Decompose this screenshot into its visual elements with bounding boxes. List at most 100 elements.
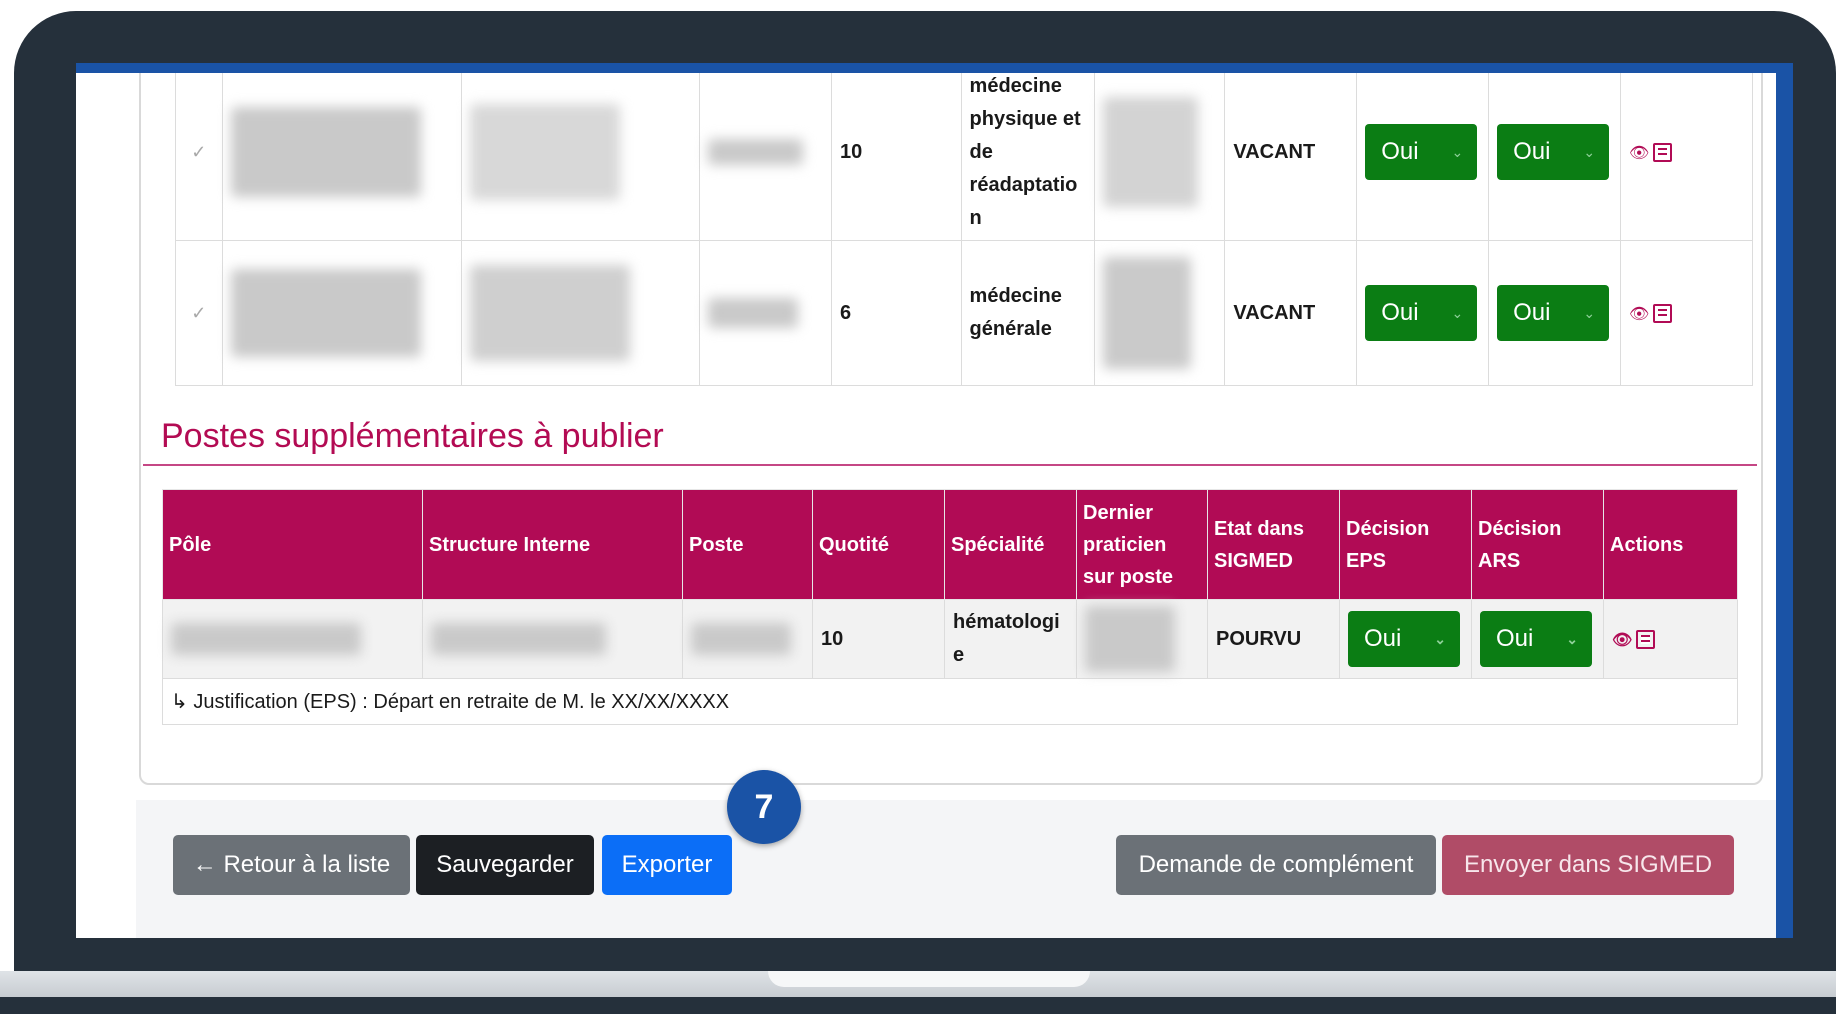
header-pole[interactable]: Pôle <box>162 489 423 600</box>
row-check-cell[interactable]: ✓ <box>175 240 223 386</box>
export-button[interactable]: Exporter <box>602 835 732 895</box>
specialite-line: médecine <box>969 74 1062 97</box>
decision-ars-select[interactable]: Oui ⌄ <box>1480 611 1592 667</box>
poste-cell <box>682 599 813 679</box>
check-icon: ✓ <box>191 141 207 162</box>
decision-ars-cell: Oui ⌄ <box>1471 599 1604 679</box>
actions-cell: 👁 <box>1603 599 1738 679</box>
header-specialite[interactable]: Spécialité <box>944 489 1077 600</box>
select-value: Oui <box>1513 299 1551 326</box>
header-dernier-praticien[interactable]: Dernier praticien sur poste <box>1076 489 1208 600</box>
decision-eps-cell: Oui ⌄ <box>1339 599 1472 679</box>
save-button[interactable]: Sauvegarder <box>416 835 594 895</box>
select-value: Oui <box>1513 138 1551 165</box>
document-icon[interactable] <box>1653 304 1673 323</box>
step-badge: 7 <box>727 770 801 844</box>
decision-eps-select[interactable]: Oui ⌄ <box>1365 285 1478 341</box>
check-icon: ✓ <box>191 302 207 323</box>
decision-ars-cell: Oui ⌄ <box>1488 240 1622 386</box>
header-decision-ars[interactable]: Décision ARS <box>1471 489 1604 600</box>
praticien-cell <box>1093 73 1226 241</box>
pole-cell <box>162 599 423 679</box>
select-value: Oui <box>1381 138 1419 165</box>
decision-ars-select[interactable]: Oui ⌄ <box>1497 285 1610 341</box>
redacted-block <box>230 269 421 357</box>
decision-eps-select[interactable]: Oui ⌄ <box>1348 611 1460 667</box>
praticien-cell <box>1093 240 1226 386</box>
redacted-block <box>708 139 804 165</box>
pole-cell <box>221 240 462 386</box>
pole-cell <box>221 73 462 241</box>
quotite-cell: 10 <box>812 599 945 679</box>
row-check-cell[interactable]: ✓ <box>175 73 223 241</box>
header-poste[interactable]: Poste <box>682 489 813 600</box>
laptop-shadow <box>0 997 1836 1014</box>
screen: ✓ 10 médecine physique et de réadaptatio… <box>76 63 1793 938</box>
poste-cell <box>699 73 832 241</box>
section-divider <box>143 464 1757 466</box>
specialite-line: n <box>969 206 982 229</box>
justification-row: ↳ Justification (EPS) : Départ en retrai… <box>162 678 1738 725</box>
chevron-down-icon: ⌄ <box>1583 304 1596 321</box>
send-to-sigmed-button[interactable]: Envoyer dans SIGMED <box>1442 835 1734 895</box>
postes-table: ✓ 10 médecine physique et de réadaptatio… <box>175 73 1753 386</box>
row-actions: 👁 <box>1629 304 1673 324</box>
redacted-block <box>230 107 421 197</box>
header-quotite[interactable]: Quotité <box>812 489 945 600</box>
back-to-list-button[interactable]: ← Retour à la liste <box>173 835 410 895</box>
specialite-cell: hématologi e <box>944 599 1077 679</box>
header-actions: Actions <box>1603 489 1738 600</box>
redacted-block <box>431 623 606 655</box>
redacted-block <box>469 265 630 361</box>
decision-eps-cell: Oui ⌄ <box>1356 240 1490 386</box>
laptop-notch <box>768 971 1090 987</box>
redacted-block <box>1102 257 1191 369</box>
header-decision-eps[interactable]: Décision EPS <box>1339 489 1472 600</box>
praticien-cell <box>1076 599 1208 679</box>
eye-icon[interactable]: 👁 <box>1612 630 1632 650</box>
structure-cell <box>422 599 683 679</box>
actions-cell: 👁 <box>1620 73 1753 241</box>
app-page: ✓ 10 médecine physique et de réadaptatio… <box>76 73 1776 938</box>
quotite-cell: 6 <box>830 240 962 386</box>
document-icon[interactable] <box>1636 630 1656 649</box>
redacted-block <box>1102 97 1198 207</box>
document-icon[interactable] <box>1653 143 1673 162</box>
structure-cell <box>460 73 701 241</box>
chevron-down-icon: ⌄ <box>1451 304 1464 321</box>
table-row: 10 hématologi e POURVU Oui ⌄ Oui ⌄ 👁 <box>162 599 1738 679</box>
decision-ars-select[interactable]: Oui ⌄ <box>1497 124 1610 180</box>
redacted-block <box>708 298 799 328</box>
eye-icon[interactable]: 👁 <box>1629 143 1649 163</box>
request-complement-button[interactable]: Demande de complément <box>1116 835 1436 895</box>
specialite-line: générale <box>969 318 1052 340</box>
select-value: Oui <box>1381 299 1419 326</box>
specialite-cell: médecine générale <box>960 240 1095 386</box>
poste-cell <box>699 240 832 386</box>
etat-cell: POURVU <box>1207 599 1340 679</box>
chevron-down-icon: ⌄ <box>1566 630 1578 647</box>
table-row: ✓ 10 médecine physique et de réadaptatio… <box>175 73 1753 241</box>
row-actions: 👁 <box>1612 630 1656 650</box>
specialite-line: de <box>969 140 993 163</box>
chevron-down-icon: ⌄ <box>1451 143 1464 160</box>
specialite-line: hématologi <box>953 611 1060 633</box>
redacted-block <box>691 623 791 655</box>
select-value: Oui <box>1496 625 1534 652</box>
actions-cell: 👁 <box>1620 240 1753 386</box>
decision-eps-select[interactable]: Oui ⌄ <box>1365 124 1478 180</box>
specialite-line: réadaptatio <box>969 173 1078 196</box>
chevron-down-icon: ⌄ <box>1583 143 1596 160</box>
etat-cell: VACANT <box>1224 73 1358 241</box>
header-structure[interactable]: Structure Interne <box>422 489 683 600</box>
decision-eps-cell: Oui ⌄ <box>1356 73 1490 241</box>
etat-cell: VACANT <box>1224 240 1358 386</box>
justification-text: ↳ Justification (EPS) : Départ en retrai… <box>162 678 1738 725</box>
header-etat[interactable]: Etat dans SIGMED <box>1207 489 1340 600</box>
specialite-line: e <box>953 644 965 666</box>
select-value: Oui <box>1364 625 1402 652</box>
decision-ars-cell: Oui ⌄ <box>1488 73 1622 241</box>
redacted-block <box>1085 606 1175 672</box>
eye-icon[interactable]: 👁 <box>1629 304 1649 324</box>
redacted-block <box>171 623 361 655</box>
